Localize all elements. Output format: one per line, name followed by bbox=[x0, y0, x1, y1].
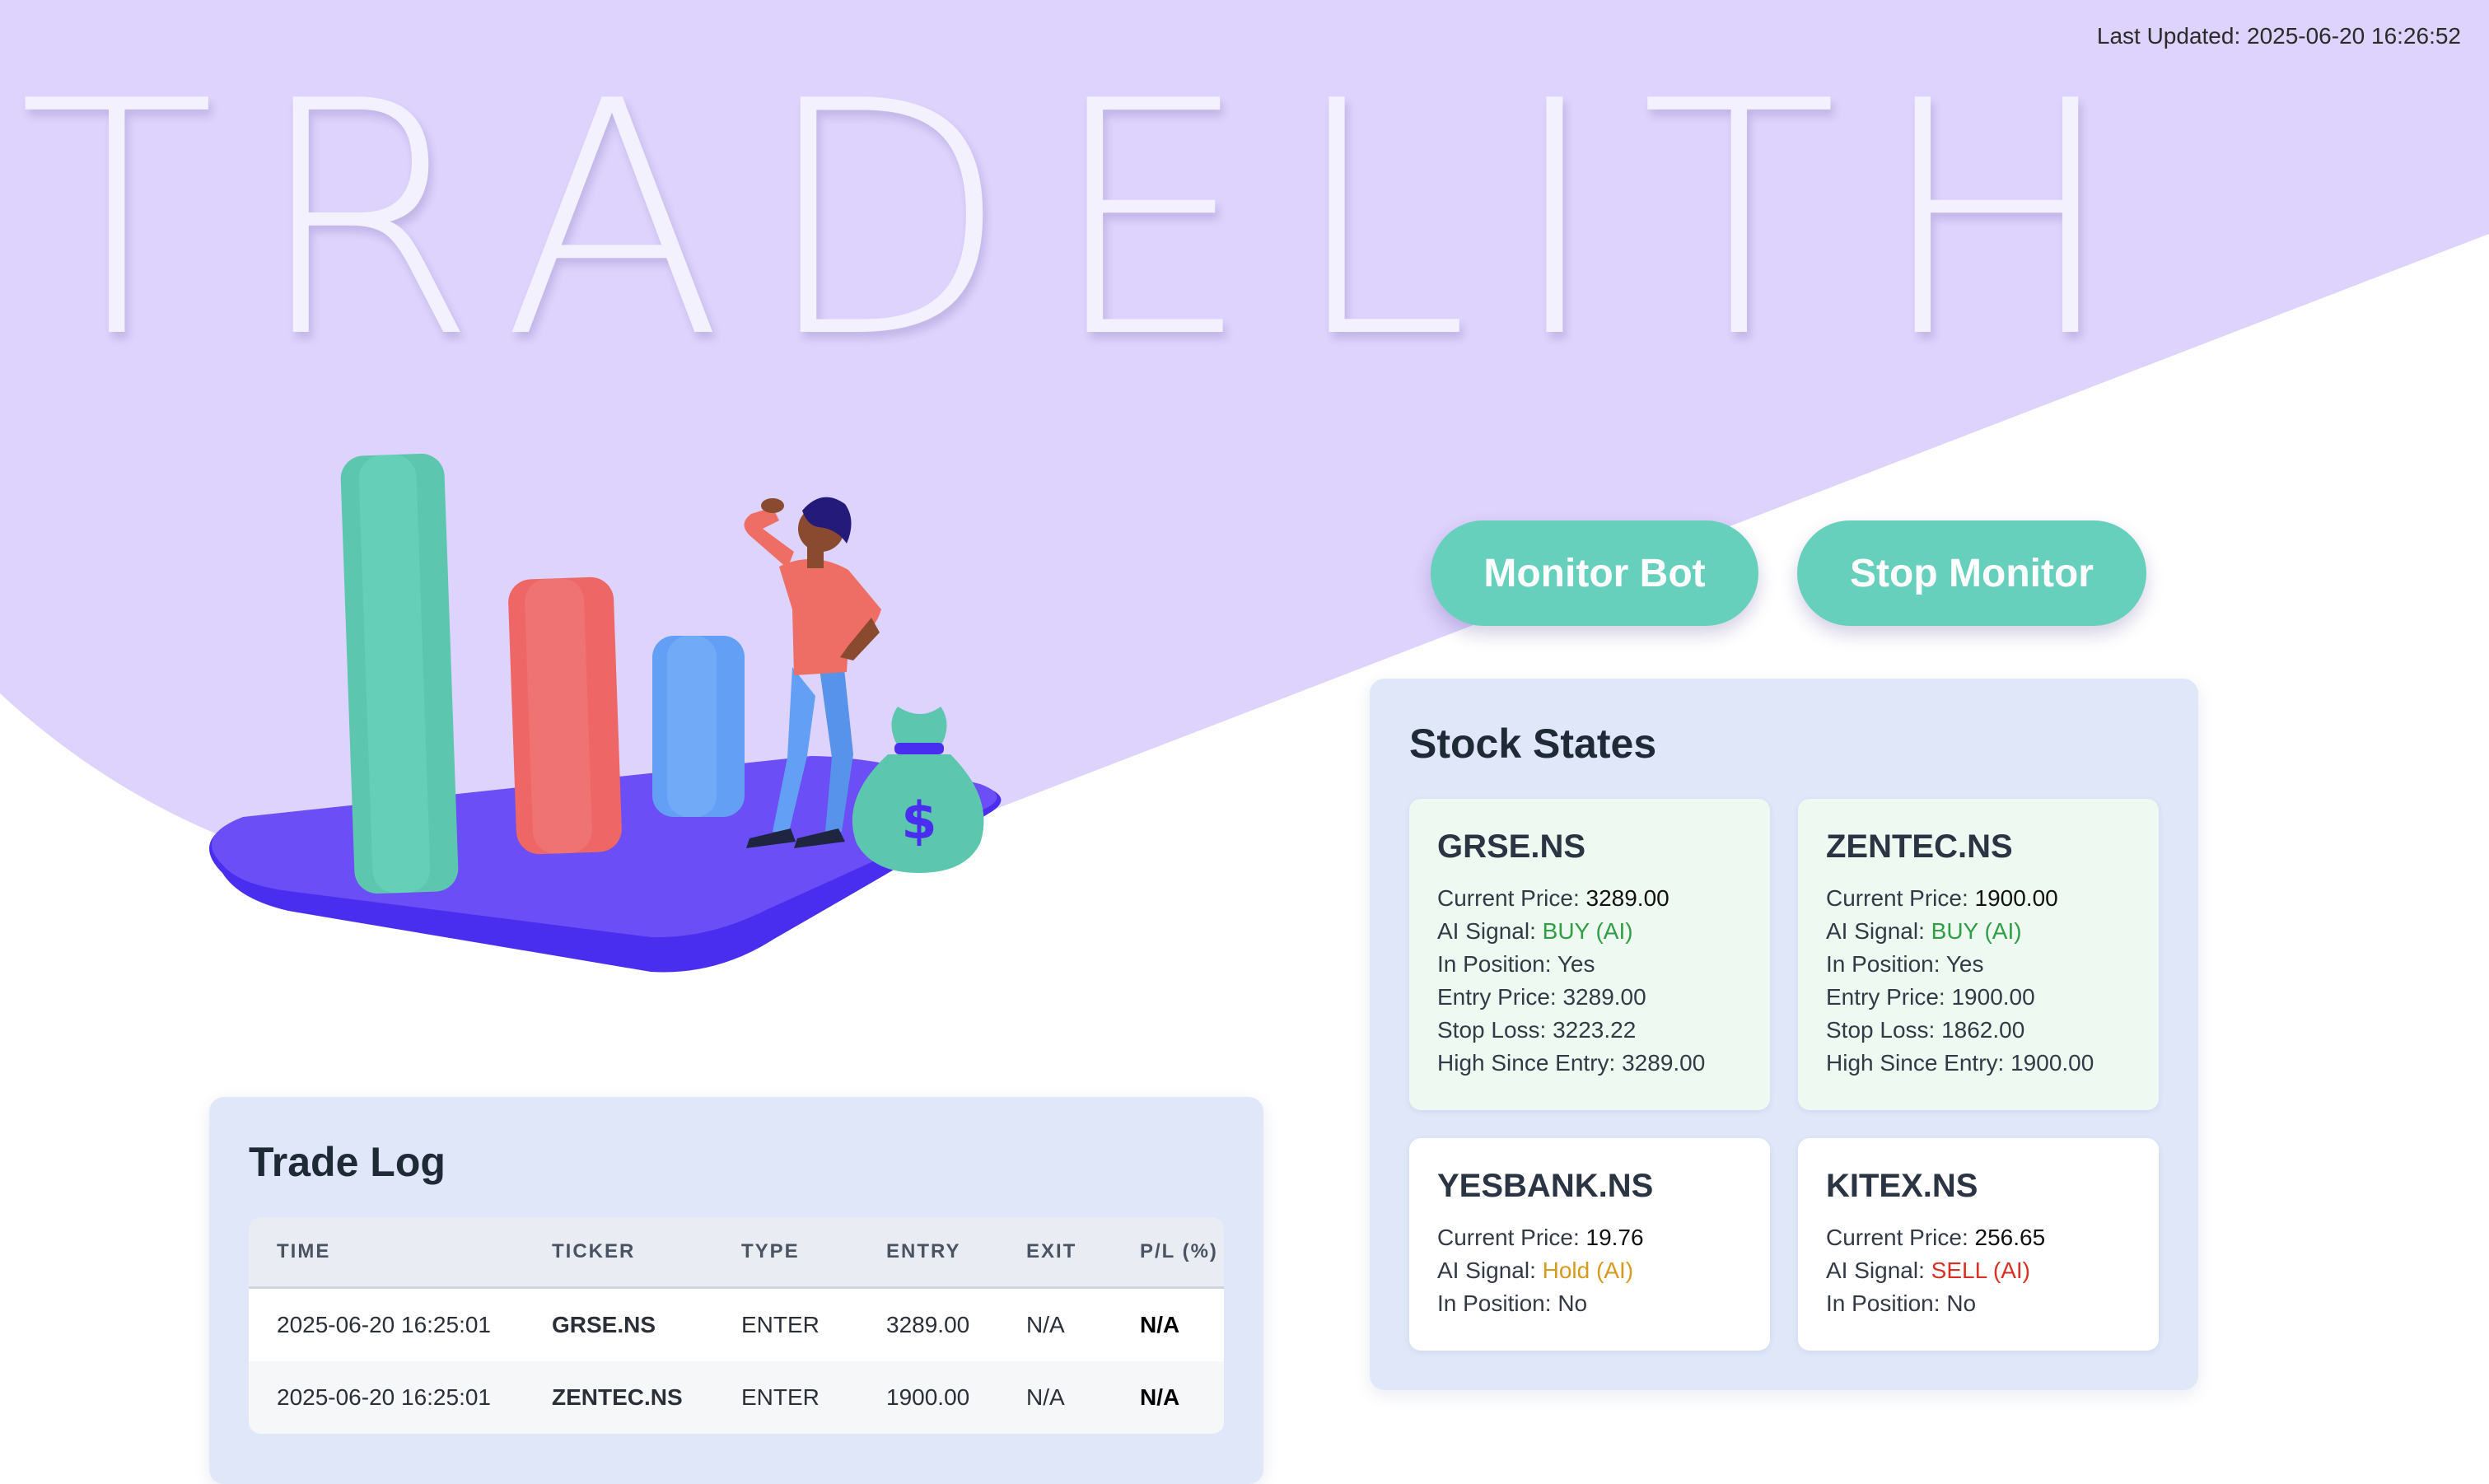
trade-log-title: Trade Log bbox=[249, 1139, 446, 1185]
in-position-value: Yes bbox=[1945, 951, 1984, 977]
current-price-line: Current Price: 256.65 bbox=[1826, 1225, 2046, 1250]
stock-ticker: YESBANK.NS bbox=[1437, 1168, 1654, 1204]
in-position-value: No bbox=[1557, 1290, 1588, 1316]
stock-card-zentec: ZENTEC.NS Current Price: 1900.00 AI Sign… bbox=[1798, 799, 2159, 1110]
cell-exit: N/A bbox=[998, 1287, 1112, 1361]
stop-loss-value: 1862.00 bbox=[1941, 1017, 2025, 1043]
cell-type: ENTER bbox=[713, 1361, 858, 1434]
cell-pl: N/A bbox=[1112, 1361, 1224, 1434]
current-price-line: Current Price: 1900.00 bbox=[1826, 885, 2058, 911]
ai-signal-value: Hold (AI) bbox=[1542, 1258, 1634, 1283]
column-header-type: TYPE bbox=[713, 1217, 858, 1289]
in-position-value: Yes bbox=[1557, 951, 1595, 977]
column-header-ticker: TICKER bbox=[524, 1217, 713, 1289]
stock-card-grse: GRSE.NS Current Price: 3289.00 AI Signal… bbox=[1409, 799, 1770, 1110]
high-since-entry-value: 3289.00 bbox=[1622, 1050, 1706, 1076]
cell-entry: 1900.00 bbox=[858, 1361, 998, 1434]
stock-card-kitex: KITEX.NS Current Price: 256.65 AI Signal… bbox=[1798, 1138, 2159, 1351]
stop-monitor-button[interactable]: Stop Monitor bbox=[1797, 520, 2146, 626]
in-position-line: In Position: Yes bbox=[1437, 951, 1595, 977]
ai-signal-line: AI Signal: Hold (AI) bbox=[1437, 1258, 1634, 1283]
entry-price-value: 1900.00 bbox=[1951, 984, 2035, 1010]
high-since-entry-line: High Since Entry: 1900.00 bbox=[1826, 1050, 2094, 1076]
cell-exit: N/A bbox=[998, 1361, 1112, 1434]
ai-signal-value: BUY (AI) bbox=[1542, 918, 1633, 944]
stock-ticker: ZENTEC.NS bbox=[1826, 828, 2013, 865]
column-header-time: TIME bbox=[249, 1217, 524, 1289]
stock-states-title: Stock States bbox=[1409, 721, 1657, 767]
stock-states-panel: Stock States GRSE.NS Current Price: 3289… bbox=[1370, 679, 2198, 1390]
money-bag-symbol: $ bbox=[901, 791, 936, 851]
column-header-pl: P/L (%) bbox=[1112, 1217, 1224, 1289]
cell-ticker: GRSE.NS bbox=[524, 1287, 713, 1361]
ai-signal-line: AI Signal: BUY (AI) bbox=[1437, 918, 1633, 944]
money-bag-icon: $ bbox=[852, 707, 984, 873]
stock-card-yesbank: YESBANK.NS Current Price: 19.76 AI Signa… bbox=[1409, 1138, 1770, 1351]
current-price-line: Current Price: 19.76 bbox=[1437, 1225, 1644, 1250]
current-price-value: 1900.00 bbox=[1974, 885, 2058, 911]
cell-entry: 3289.00 bbox=[858, 1287, 998, 1361]
entry-price-line: Entry Price: 3289.00 bbox=[1437, 984, 1646, 1010]
ai-signal-line: AI Signal: BUY (AI) bbox=[1826, 918, 2022, 944]
cell-time: 2025-06-20 16:25:01 bbox=[249, 1361, 524, 1434]
stop-loss-line: Stop Loss: 3223.22 bbox=[1437, 1017, 1637, 1043]
column-header-entry: ENTRY bbox=[858, 1217, 998, 1289]
brand-wordmark: TRADELITH bbox=[18, 33, 2156, 408]
ai-signal-line: AI Signal: SELL (AI) bbox=[1826, 1258, 2030, 1283]
ai-signal-value: BUY (AI) bbox=[1931, 918, 2022, 944]
ai-signal-value: SELL (AI) bbox=[1931, 1258, 2030, 1283]
cell-pl: N/A bbox=[1112, 1287, 1224, 1361]
stop-loss-value: 3223.22 bbox=[1553, 1017, 1637, 1043]
entry-price-line: Entry Price: 1900.00 bbox=[1826, 984, 2035, 1010]
in-position-line: In Position: Yes bbox=[1826, 951, 1984, 977]
trade-log-panel: Trade Log TIME TICKER TYPE ENTRY EXIT P/… bbox=[209, 1097, 1263, 1484]
hero-illustration: $ bbox=[209, 453, 1002, 973]
current-price-value: 3289.00 bbox=[1585, 885, 1669, 911]
cell-type: ENTER bbox=[713, 1287, 858, 1361]
high-since-entry-value: 1900.00 bbox=[2010, 1050, 2094, 1076]
stock-ticker: GRSE.NS bbox=[1437, 828, 1586, 865]
in-position-line: In Position: No bbox=[1437, 1290, 1588, 1316]
current-price-value: 256.65 bbox=[1974, 1225, 2046, 1250]
cell-ticker: ZENTEC.NS bbox=[524, 1361, 713, 1434]
in-position-value: No bbox=[1946, 1290, 1977, 1316]
entry-price-value: 3289.00 bbox=[1562, 984, 1646, 1010]
in-position-line: In Position: No bbox=[1826, 1290, 1977, 1316]
stop-loss-line: Stop Loss: 1862.00 bbox=[1826, 1017, 2025, 1043]
trade-log-table: TIME TICKER TYPE ENTRY EXIT P/L (%) 2025… bbox=[249, 1217, 1224, 1434]
table-row: 2025-06-20 16:25:01 ZENTEC.NS ENTER 1900… bbox=[249, 1361, 1224, 1434]
current-price-line: Current Price: 3289.00 bbox=[1437, 885, 1669, 911]
monitor-bot-button[interactable]: Monitor Bot bbox=[1431, 520, 1758, 626]
last-updated-timestamp: Last Updated: 2025-06-20 16:26:52 bbox=[2096, 23, 2461, 49]
table-row: 2025-06-20 16:25:01 GRSE.NS ENTER 3289.0… bbox=[249, 1287, 1224, 1361]
current-price-value: 19.76 bbox=[1585, 1225, 1644, 1250]
cell-time: 2025-06-20 16:25:01 bbox=[249, 1287, 524, 1361]
stock-ticker: KITEX.NS bbox=[1826, 1168, 1978, 1204]
high-since-entry-line: High Since Entry: 3289.00 bbox=[1437, 1050, 1706, 1076]
column-header-exit: EXIT bbox=[998, 1217, 1112, 1289]
table-header-row: TIME TICKER TYPE ENTRY EXIT P/L (%) bbox=[249, 1217, 1224, 1289]
